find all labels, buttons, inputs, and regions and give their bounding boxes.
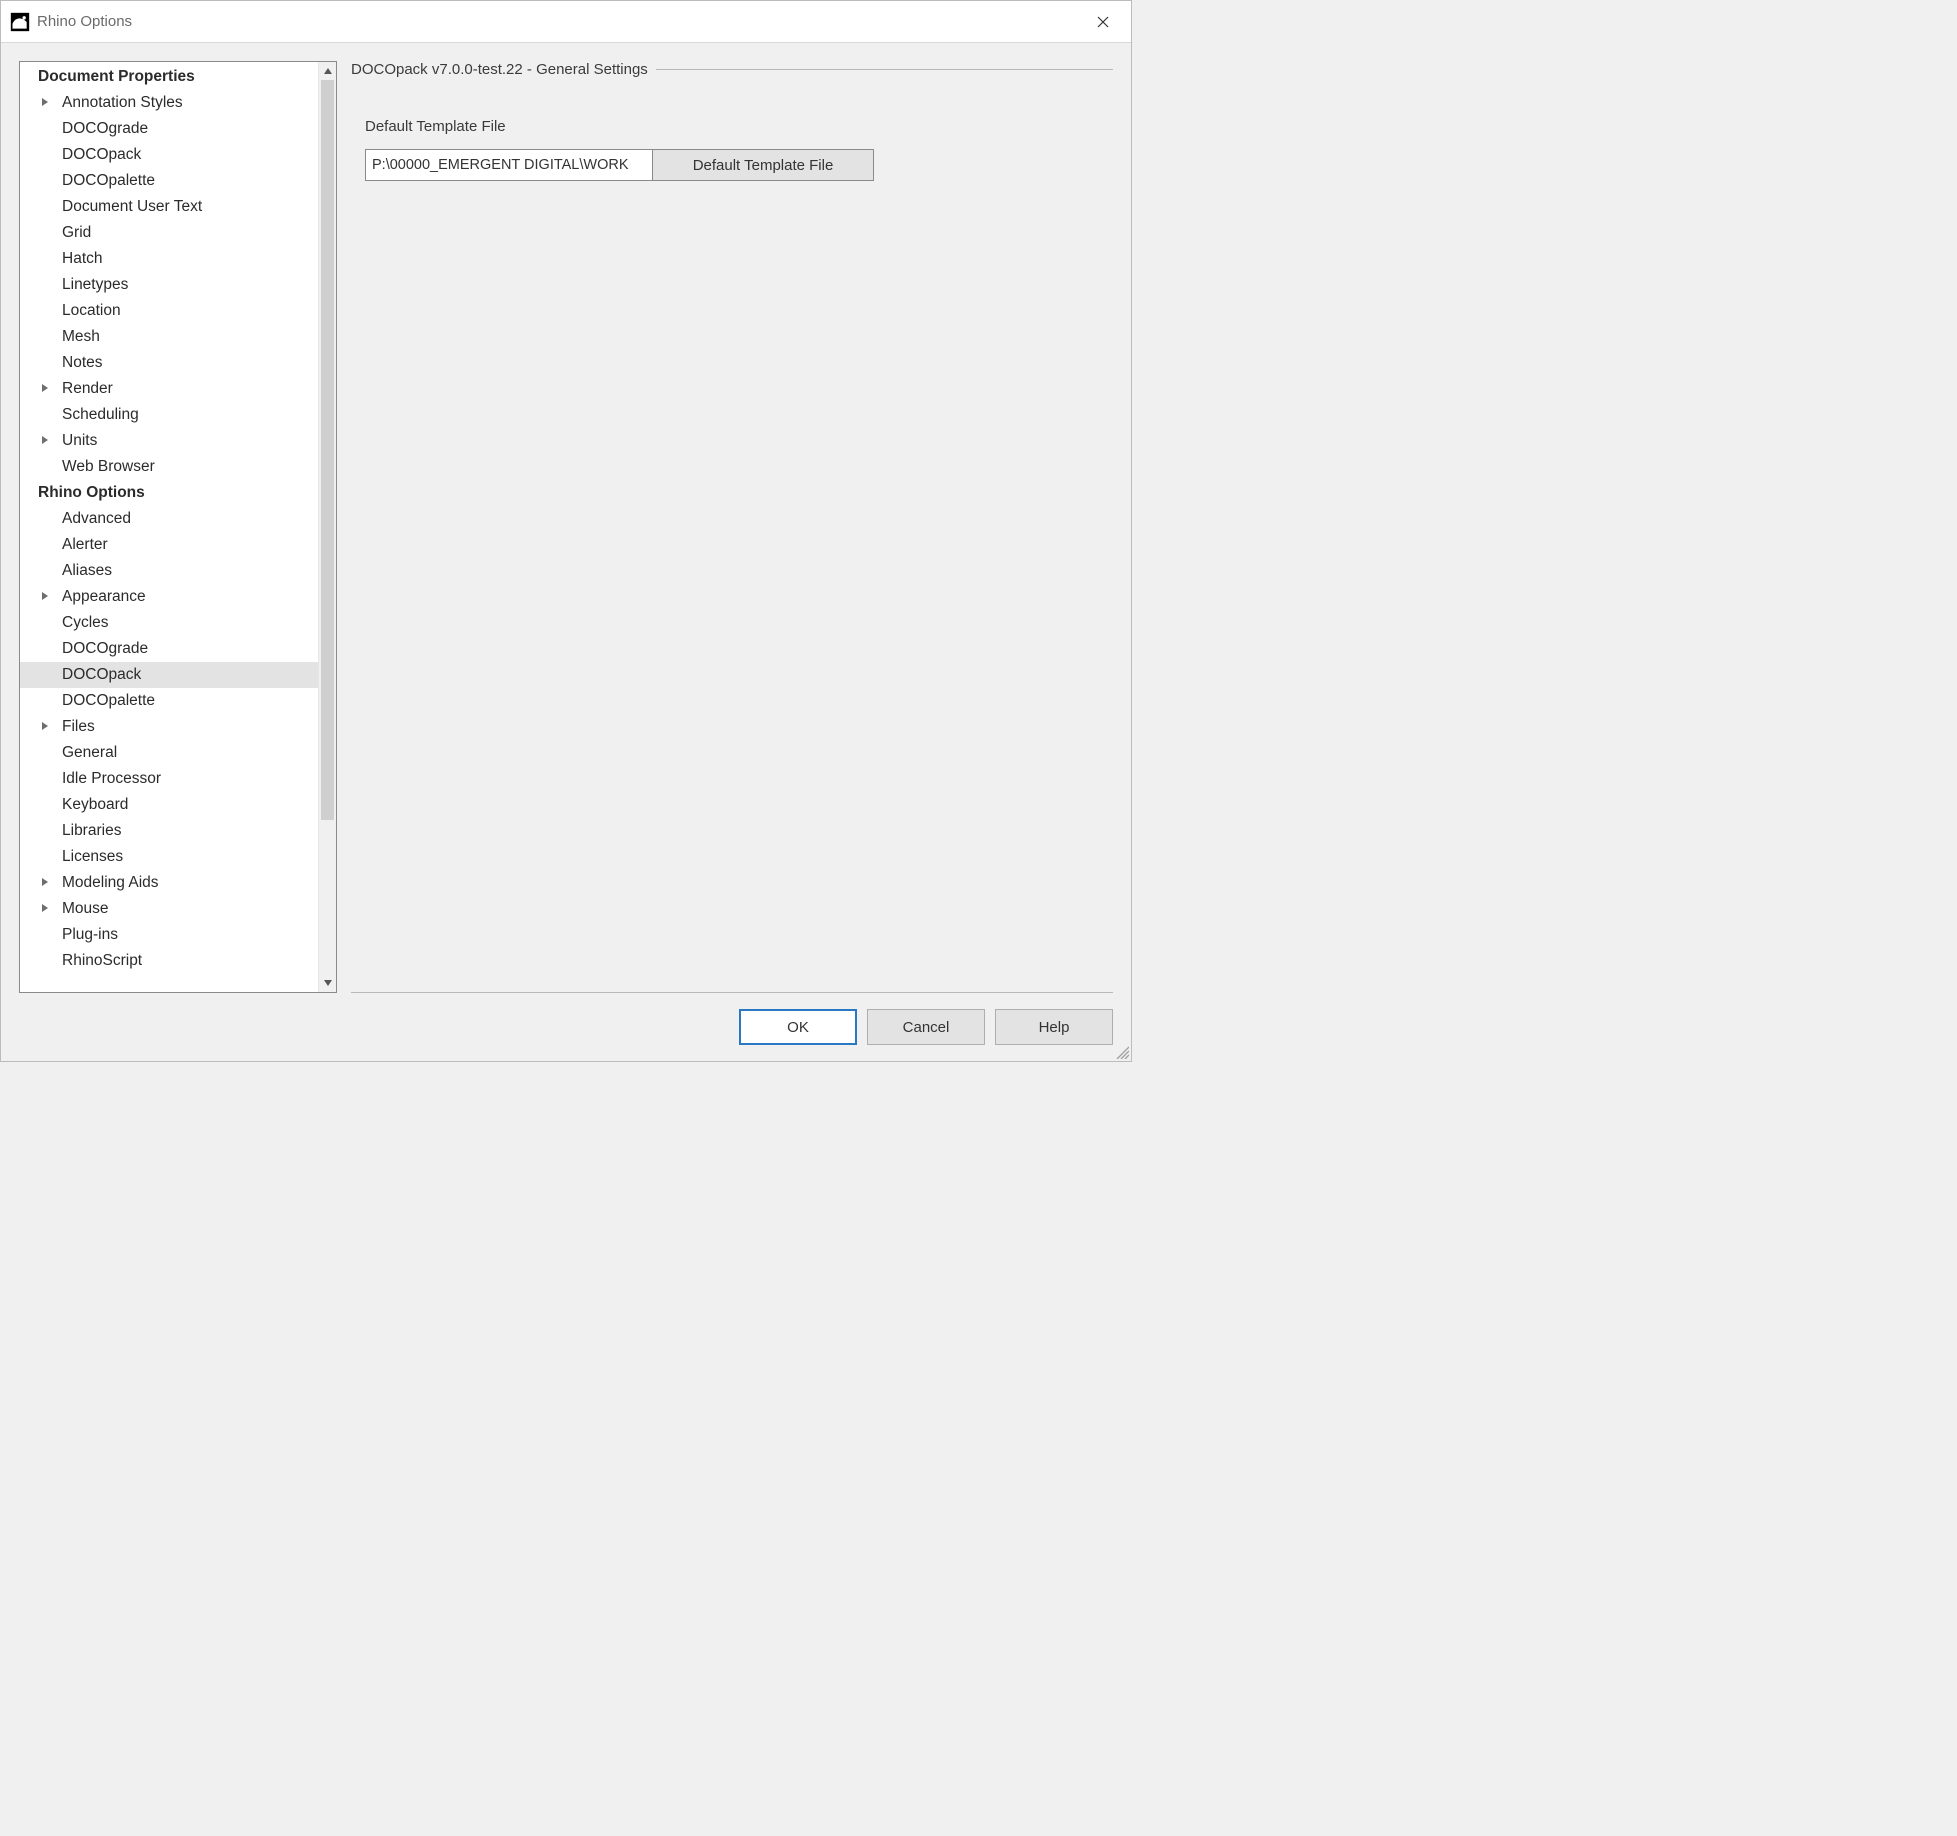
chevron-right-icon[interactable] [38, 720, 52, 734]
chevron-right-icon[interactable] [38, 590, 52, 604]
tree-item[interactable]: Appearance [20, 584, 318, 610]
tree-item[interactable]: DOCOpack [20, 142, 318, 168]
close-icon[interactable] [1083, 1, 1123, 42]
tree-item-label: Plug-ins [62, 926, 118, 944]
tree-section-label: Rhino Options [38, 484, 145, 502]
tree-item-label: Location [62, 302, 121, 320]
tree-item-label: DOCOgrade [62, 640, 148, 658]
scroll-down-arrow[interactable] [319, 974, 336, 992]
tree-item-label: Annotation Styles [62, 94, 183, 112]
cancel-button[interactable]: Cancel [867, 1009, 985, 1045]
tree-item[interactable]: Render [20, 376, 318, 402]
tree-item[interactable]: Libraries [20, 818, 318, 844]
tree-item-label: Document User Text [62, 198, 202, 216]
template-path-input[interactable] [365, 149, 653, 181]
tree-item-label: Web Browser [62, 458, 155, 476]
tree-section-header[interactable]: Document Properties [20, 64, 318, 90]
content-panel: DOCOpack v7.0.0-test.22 - General Settin… [351, 61, 1113, 993]
tree-item-label: Licenses [62, 848, 123, 866]
tree-item[interactable]: DOCOgrade [20, 636, 318, 662]
tree-item[interactable]: Licenses [20, 844, 318, 870]
tree-item[interactable]: RhinoScript [20, 948, 318, 974]
options-tree: Document Properties Annotation Styles DOCO… [19, 61, 337, 993]
tree-section-label: Document Properties [38, 68, 195, 86]
tree-item-label: RhinoScript [62, 952, 142, 970]
options-window: Rhino Options Document Properties Annotat… [0, 0, 1132, 1062]
tree-item[interactable]: Plug-ins [20, 922, 318, 948]
tree-item-label: Hatch [62, 250, 103, 268]
chevron-right-icon[interactable] [38, 382, 52, 396]
tree-item-label: DOCOgrade [62, 120, 148, 138]
tree-item[interactable]: Units [20, 428, 318, 454]
tree-item[interactable]: Location [20, 298, 318, 324]
tree-item[interactable]: Mesh [20, 324, 318, 350]
section-header: DOCOpack v7.0.0-test.22 - General Settin… [351, 61, 1113, 78]
section-title: DOCOpack v7.0.0-test.22 - General Settin… [351, 61, 648, 78]
tree-item-label: Grid [62, 224, 91, 242]
tree-section-header[interactable]: Rhino Options [20, 480, 318, 506]
tree-item[interactable]: Notes [20, 350, 318, 376]
tree-item-label: Linetypes [62, 276, 128, 294]
tree-item-label: Idle Processor [62, 770, 161, 788]
tree-item-label: Cycles [62, 614, 109, 632]
tree-item[interactable]: DOCOgrade [20, 116, 318, 142]
tree-item[interactable]: Web Browser [20, 454, 318, 480]
tree-item[interactable]: General [20, 740, 318, 766]
tree-item[interactable]: Linetypes [20, 272, 318, 298]
tree-item-label: Aliases [62, 562, 112, 580]
tree-item-label: General [62, 744, 117, 762]
tree-item[interactable]: Document User Text [20, 194, 318, 220]
app-icon [9, 11, 31, 33]
tree-item-label: Files [62, 718, 95, 736]
tree-item-label: DOCOpack [62, 666, 141, 684]
ok-button[interactable]: OK [739, 1009, 857, 1045]
tree-item-label: Mesh [62, 328, 100, 346]
tree-item-label: Mouse [62, 900, 109, 918]
chevron-right-icon[interactable] [38, 902, 52, 916]
tree-item[interactable]: Aliases [20, 558, 318, 584]
tree-item-label: DOCOpalette [62, 692, 155, 710]
tree-item-label: Modeling Aids [62, 874, 159, 892]
template-file-label: Default Template File [365, 118, 1113, 135]
chevron-right-icon[interactable] [38, 434, 52, 448]
window-title: Rhino Options [37, 13, 132, 30]
tree-item-label: DOCOpack [62, 146, 141, 164]
tree-item[interactable]: DOCOpalette [20, 168, 318, 194]
tree-item-label: Notes [62, 354, 103, 372]
titlebar: Rhino Options [1, 1, 1131, 43]
help-button[interactable]: Help [995, 1009, 1113, 1045]
tree-item-label: DOCOpalette [62, 172, 155, 190]
chevron-right-icon[interactable] [38, 876, 52, 890]
tree-item-label: Alerter [62, 536, 108, 554]
tree-item[interactable]: Cycles [20, 610, 318, 636]
tree-item[interactable]: Alerter [20, 532, 318, 558]
dialog-footer: OK Cancel Help [1, 993, 1131, 1061]
scroll-thumb[interactable] [321, 80, 334, 820]
scroll-up-arrow[interactable] [319, 62, 336, 80]
tree-item[interactable]: Grid [20, 220, 318, 246]
tree-item[interactable]: Annotation Styles [20, 90, 318, 116]
tree-item[interactable]: Scheduling [20, 402, 318, 428]
tree-item[interactable]: Idle Processor [20, 766, 318, 792]
tree-item[interactable]: Keyboard [20, 792, 318, 818]
chevron-right-icon[interactable] [38, 96, 52, 110]
tree-item-label: Scheduling [62, 406, 139, 424]
tree-item-label: Libraries [62, 822, 121, 840]
tree-item[interactable]: Files [20, 714, 318, 740]
tree-item-label: Render [62, 380, 113, 398]
tree-item[interactable]: Modeling Aids [20, 870, 318, 896]
tree-item-label: Advanced [62, 510, 131, 528]
tree-scrollbar[interactable] [318, 62, 336, 992]
tree-item[interactable]: Hatch [20, 246, 318, 272]
tree-item[interactable]: DOCOpack [20, 662, 318, 688]
default-template-file-button[interactable]: Default Template File [652, 149, 874, 181]
tree-item[interactable]: Advanced [20, 506, 318, 532]
tree-item[interactable]: Mouse [20, 896, 318, 922]
tree-item-label: Keyboard [62, 796, 128, 814]
tree-item-label: Units [62, 432, 97, 450]
tree-item[interactable]: DOCOpalette [20, 688, 318, 714]
tree-item-label: Appearance [62, 588, 146, 606]
